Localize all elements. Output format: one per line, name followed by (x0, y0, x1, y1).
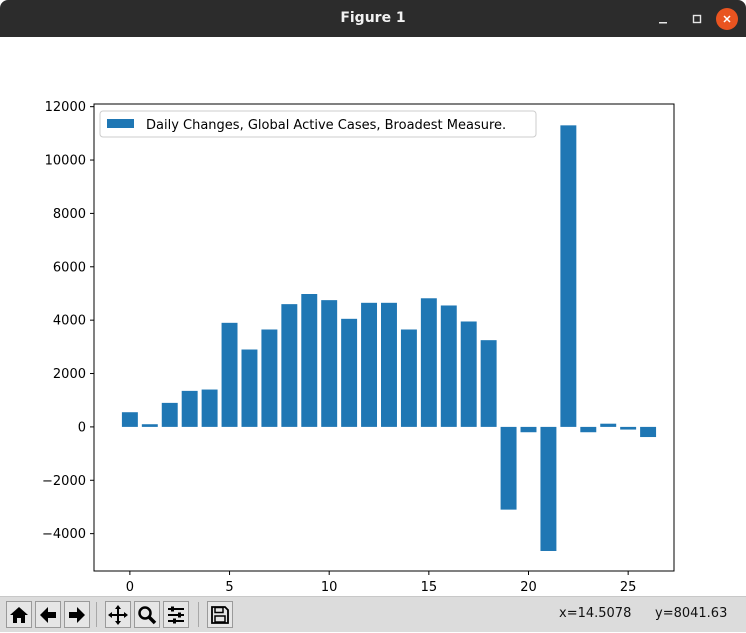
bar (620, 426, 637, 430)
x-tick-label: 0 (126, 580, 134, 595)
y-tick-label: −4000 (42, 527, 86, 542)
bar-chart[interactable]: −4000 −2000 0 2000 4000 6000 8000 10000 12000 0 5… (0, 37, 746, 596)
home-button[interactable] (6, 601, 32, 628)
close-button[interactable] (716, 8, 738, 30)
configure-subplots-button[interactable] (163, 601, 189, 628)
x-tick-label: 25 (620, 580, 637, 595)
arrow-right-icon (69, 606, 85, 623)
bar (361, 302, 378, 427)
bar (640, 426, 657, 438)
pan-button[interactable] (105, 601, 131, 628)
bar (121, 412, 138, 427)
x-tick-label: 5 (225, 580, 233, 595)
toolbar-separator (198, 602, 199, 627)
y-tick-label: 0 (78, 420, 86, 435)
maximize-icon (692, 14, 702, 24)
x-tick-label: 15 (421, 580, 438, 595)
y-tick-label: 4000 (53, 314, 86, 329)
bar (600, 423, 617, 427)
legend-swatch (107, 119, 134, 128)
bar (420, 298, 437, 427)
y-tick-label: 6000 (53, 260, 86, 275)
bar (221, 322, 238, 427)
window-title: Figure 1 (340, 10, 406, 26)
bar (181, 390, 198, 427)
bar (500, 426, 517, 510)
x-coordinate-readout: x=14.5078 (559, 606, 632, 621)
legend-label: Daily Changes, Global Active Cases, Broa… (146, 118, 506, 133)
bar (520, 426, 537, 433)
y-axis: −4000 −2000 0 2000 4000 6000 8000 10000 12000 (42, 100, 94, 542)
bar (460, 321, 477, 427)
bar (400, 329, 417, 427)
minimize-icon (659, 22, 667, 24)
legend: Daily Changes, Global Active Cases, Broa… (99, 110, 537, 138)
bar (241, 349, 258, 427)
forward-button[interactable] (64, 601, 90, 628)
bar (480, 340, 497, 427)
bar (161, 402, 178, 427)
arrow-left-icon (40, 606, 56, 623)
navigation-toolbar: x=14.5078 y=8041.63 (0, 596, 746, 632)
move-icon (108, 604, 128, 625)
toolbar-separator (96, 602, 97, 627)
window-titlebar[interactable]: Figure 1 (0, 0, 746, 37)
maximize-button[interactable] (685, 7, 709, 31)
bar (560, 125, 577, 427)
y-tick-label: −2000 (42, 474, 86, 489)
x-tick-label: 20 (520, 580, 537, 595)
x-axis: 0 5 10 15 20 25 (126, 571, 637, 595)
sliders-icon (168, 606, 184, 623)
bars-group (121, 125, 657, 551)
bar (341, 318, 358, 427)
save-button[interactable] (207, 601, 233, 628)
y-tick-label: 10000 (45, 154, 86, 169)
bar (261, 329, 278, 427)
figure-canvas[interactable]: −4000 −2000 0 2000 4000 6000 8000 10000 12000 0 5… (0, 37, 746, 596)
zoom-button[interactable] (134, 601, 160, 628)
close-icon (723, 15, 731, 23)
minimize-button[interactable] (651, 7, 675, 31)
y-tick-label: 12000 (45, 100, 86, 115)
back-button[interactable] (35, 601, 61, 628)
magnifier-icon (138, 605, 157, 624)
bar (440, 305, 457, 427)
bar (381, 302, 397, 427)
floppy-disk-icon (211, 605, 229, 624)
bar (201, 389, 218, 427)
y-tick-label: 8000 (53, 207, 86, 222)
bar (540, 426, 557, 551)
bar (301, 294, 318, 427)
bar (580, 426, 597, 433)
bar (321, 300, 338, 427)
x-tick-label: 10 (321, 580, 338, 595)
home-icon (10, 606, 28, 623)
bar (281, 304, 298, 427)
y-coordinate-readout: y=8041.63 (655, 606, 728, 621)
y-tick-label: 2000 (53, 367, 86, 382)
bar (141, 424, 158, 427)
